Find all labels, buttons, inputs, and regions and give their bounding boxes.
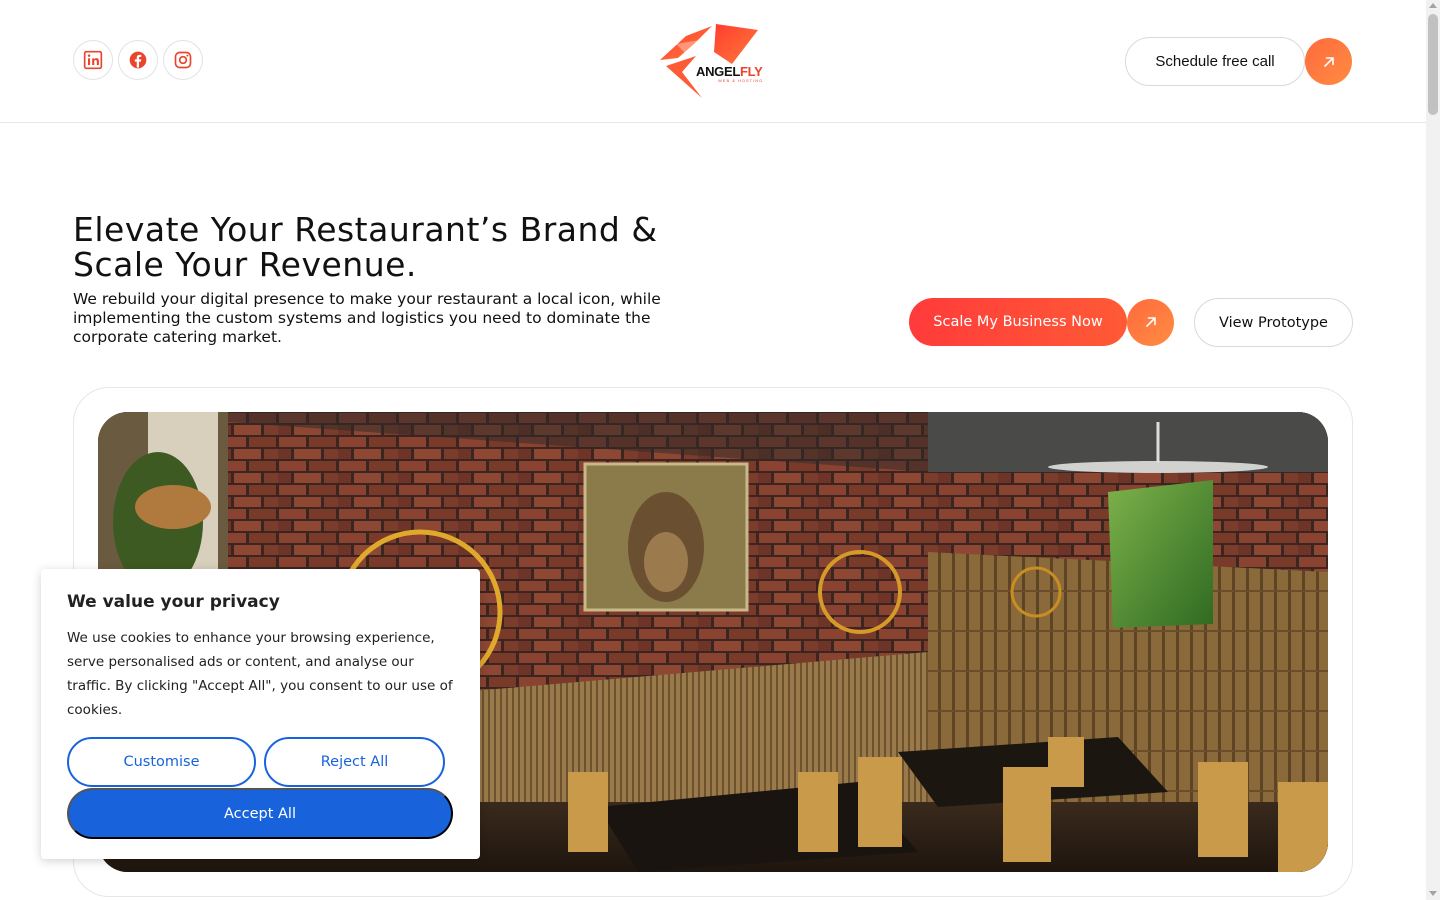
logo-wordmark: ANGELFLY xyxy=(696,64,763,79)
cookie-consent-banner: We value your privacy We use cookies to … xyxy=(41,569,480,859)
page-scrollbar[interactable] xyxy=(1426,0,1440,900)
accept-all-button[interactable]: Accept All xyxy=(67,788,453,839)
hero-subtitle: We rebuild your digital presence to make… xyxy=(73,290,661,346)
schedule-call-group: Schedule free call xyxy=(1125,37,1352,86)
scroll-down-arrow-icon[interactable] xyxy=(1429,891,1437,896)
scrollbar-thumb[interactable] xyxy=(1428,14,1438,115)
scale-business-arrow-button[interactable] xyxy=(1127,298,1174,346)
linkedin-icon xyxy=(83,50,103,70)
schedule-call-arrow-button[interactable] xyxy=(1305,38,1352,85)
logo-mark-icon xyxy=(660,24,758,98)
linkedin-link[interactable] xyxy=(73,40,113,80)
arrow-up-right-icon xyxy=(1145,317,1156,327)
view-prototype-button[interactable]: View Prototype xyxy=(1194,298,1353,347)
logo-tagline: WEB & HOSTING xyxy=(718,78,764,83)
instagram-link[interactable] xyxy=(163,40,203,80)
primary-cta-group: Scale My Business Now xyxy=(909,298,1174,346)
social-links xyxy=(73,40,203,80)
facebook-icon xyxy=(129,51,147,69)
scroll-up-arrow-icon[interactable] xyxy=(1429,3,1437,8)
logo-word-angel: ANGEL xyxy=(696,64,741,79)
site-header: ANGELFLY WEB & HOSTING Schedule free cal… xyxy=(0,0,1426,123)
arrow-up-right-icon xyxy=(1323,56,1334,67)
page: ANGELFLY WEB & HOSTING Schedule free cal… xyxy=(0,0,1440,900)
instagram-icon xyxy=(174,51,192,69)
cookie-description: We use cookies to enhance your browsing … xyxy=(67,630,453,718)
reject-all-button[interactable]: Reject All xyxy=(264,737,445,787)
hero-title: Elevate Your Restaurant’s Brand & Scale … xyxy=(73,210,658,284)
cookie-title: We value your privacy xyxy=(67,592,280,612)
schedule-call-button[interactable]: Schedule free call xyxy=(1125,37,1305,86)
customise-button[interactable]: Customise xyxy=(67,737,256,787)
scale-business-button[interactable]: Scale My Business Now xyxy=(909,298,1127,346)
logo-word-fly: FLY xyxy=(740,64,763,79)
site-logo[interactable]: ANGELFLY WEB & HOSTING xyxy=(656,22,768,100)
facebook-link[interactable] xyxy=(118,40,158,80)
